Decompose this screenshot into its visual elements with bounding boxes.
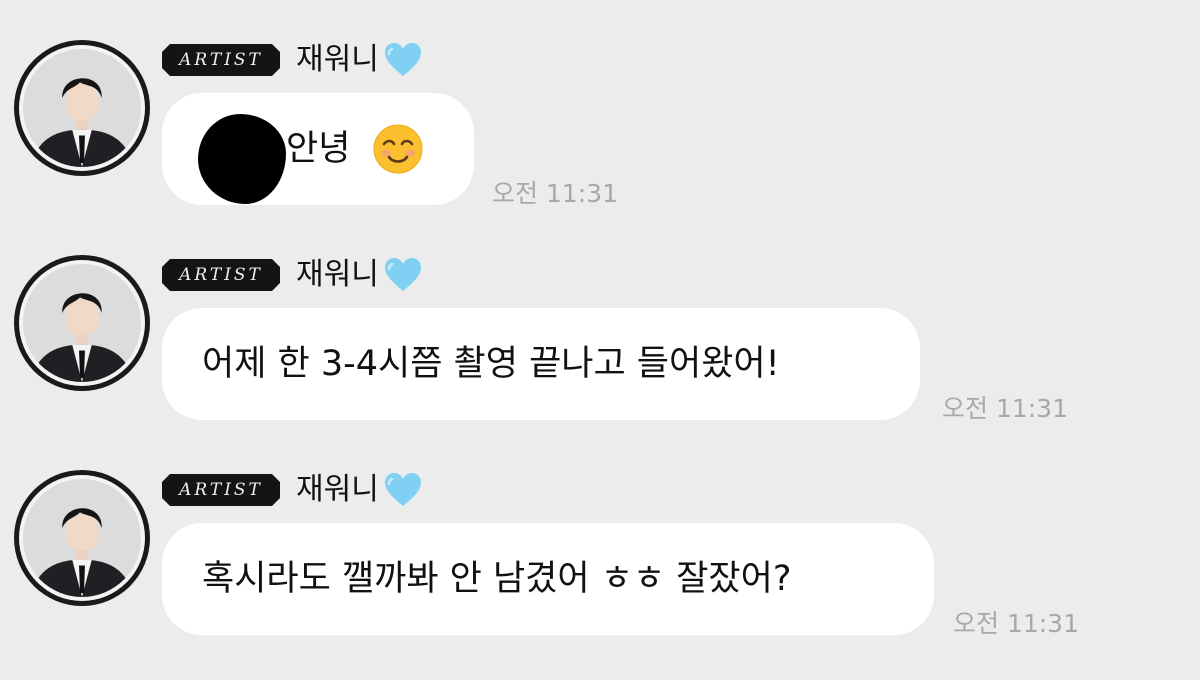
- message-bubble[interactable]: 어제 한 3-4시쯤 촬영 끝나고 들어왔어!: [162, 308, 920, 420]
- timestamp: 오전 11:31: [953, 609, 1079, 638]
- artist-badge: ARTIST: [162, 474, 280, 506]
- message-bubble[interactable]: 혹시라도 깰까봐 안 남겼어 ㅎㅎ 잘잤어?: [162, 523, 934, 635]
- message-bubble[interactable]: 안녕: [162, 93, 474, 205]
- avatar[interactable]: [14, 470, 150, 606]
- message-text: 안녕: [286, 129, 351, 169]
- sender-name: 재워니: [296, 42, 379, 77]
- smiling-face-icon: [372, 123, 424, 175]
- chat-message: ARTIST 재워니 어제 한 3-4시쯤 촬영 끝나고 들어왔어! 오전 11…: [0, 255, 1200, 465]
- sender-name: 재워니: [296, 472, 379, 507]
- redacted-name: [198, 114, 286, 204]
- artist-badge: ARTIST: [162, 259, 280, 291]
- message-text: 어제 한 3-4시쯤 촬영 끝나고 들어왔어!: [202, 344, 780, 384]
- chat-message: ARTIST 재워니 혹시라도 깰까봐 안 남겼어 ㅎㅎ 잘잤어? 오전 11:…: [0, 470, 1200, 680]
- artist-badge: ARTIST: [162, 44, 280, 76]
- profile-photo-icon: [23, 479, 141, 597]
- chat-message: ARTIST 재워니 안녕 오전 11:31: [0, 40, 1200, 250]
- sender-info: 재워니: [296, 255, 423, 295]
- profile-photo-icon: [23, 264, 141, 382]
- avatar[interactable]: [14, 255, 150, 391]
- timestamp: 오전 11:31: [492, 179, 618, 208]
- blue-heart-icon: [383, 257, 423, 293]
- timestamp: 오전 11:31: [942, 394, 1068, 423]
- blue-heart-icon: [383, 472, 423, 508]
- avatar[interactable]: [14, 40, 150, 176]
- blue-heart-icon: [383, 42, 423, 78]
- sender-info: 재워니: [296, 40, 423, 80]
- message-text: 혹시라도 깰까봐 안 남겼어 ㅎㅎ 잘잤어?: [202, 559, 792, 599]
- sender-info: 재워니: [296, 470, 423, 510]
- profile-photo-icon: [23, 49, 141, 167]
- sender-name: 재워니: [296, 257, 379, 292]
